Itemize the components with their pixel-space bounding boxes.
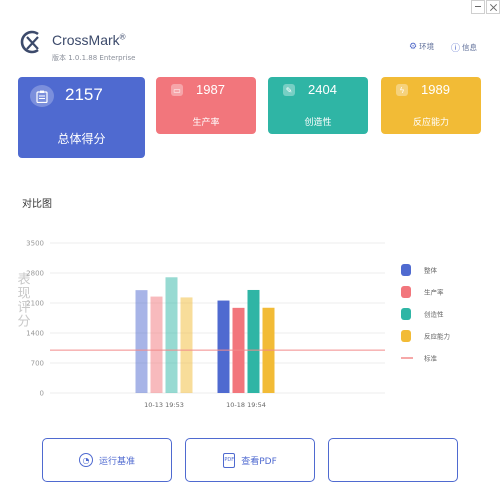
- responsiveness-card[interactable]: ϟ 1989 反应能力: [381, 77, 481, 134]
- clipboard-icon: [30, 85, 54, 107]
- legend-label: 标准: [424, 354, 438, 363]
- legend-label: 反应能力: [424, 332, 450, 341]
- section-title: 对比图: [22, 199, 52, 210]
- y-axis-label: 表现评分: [15, 272, 31, 328]
- comparison-chart: 07001400210028003500表现评分10-13 19:53 10-18…: [15, 240, 451, 410]
- x-tick-label: 10-18 19:54: [226, 401, 266, 409]
- legend-label: 生产率: [424, 288, 444, 297]
- pdf-icon: PDF: [223, 452, 236, 468]
- minimize-icon: [475, 6, 481, 7]
- app-version: 版本 1.0.1.88 Enterprise: [52, 54, 136, 62]
- bar-2-0: [165, 277, 178, 393]
- run-benchmark-button[interactable]: ◔ 运行基准: [42, 438, 172, 482]
- legend-swatch: [401, 330, 411, 342]
- info-label: 信息: [462, 43, 478, 52]
- responsiveness-score: 1989: [421, 82, 450, 97]
- minimize-button[interactable]: [471, 0, 485, 14]
- legend-swatch: [401, 308, 411, 320]
- total-score-label: 总体得分: [57, 132, 106, 146]
- legend-swatch: [401, 264, 411, 276]
- legend-swatch: [401, 286, 411, 298]
- view-pdf-button[interactable]: PDF 查看PDF: [185, 438, 315, 482]
- legend-label: 创造性: [424, 310, 444, 319]
- bar-0-1: [217, 300, 230, 393]
- total-score-card[interactable]: 2157 总体得分: [18, 77, 145, 158]
- bar-0-0: [135, 290, 148, 393]
- creativity-label: 创造性: [304, 118, 332, 128]
- environment-link[interactable]: ⚙ 环境: [409, 41, 434, 52]
- productivity-label: 生产率: [192, 118, 220, 128]
- app-name: CrossMark: [52, 32, 120, 48]
- legend-label: 整体: [424, 266, 438, 275]
- window-controls: [470, 0, 500, 16]
- brush-icon: ✎: [283, 84, 295, 96]
- info-icon: ⓘ: [451, 44, 461, 54]
- clock-icon: ◔: [78, 453, 93, 467]
- y-tick-label: 0: [40, 390, 44, 398]
- info-link[interactable]: ⓘ 信息: [451, 41, 477, 54]
- y-tick-label: 1400: [26, 330, 44, 338]
- gear-icon: ⚙: [409, 41, 418, 52]
- productivity-score: 1987: [196, 82, 225, 97]
- bar-2-1: [247, 289, 260, 393]
- document-icon: ▭: [171, 84, 183, 96]
- x-tick-label: 10-13 19:53: [144, 401, 184, 409]
- bar-3-0: [180, 297, 193, 393]
- third-action-button[interactable]: [328, 438, 458, 482]
- app-title: CrossMark®: [52, 32, 126, 48]
- view-pdf-label: 查看PDF: [241, 456, 277, 467]
- total-score: 2157: [65, 85, 103, 104]
- registered-mark: ®: [119, 32, 126, 42]
- crossmark-logo-icon: [20, 30, 39, 54]
- lightning-icon: ϟ: [396, 84, 408, 96]
- close-button[interactable]: [486, 0, 500, 14]
- environment-label: 环境: [419, 42, 435, 51]
- y-tick-label: 700: [31, 360, 44, 368]
- creativity-score: 2404: [308, 82, 337, 97]
- bar-1-0: [150, 296, 163, 393]
- run-benchmark-label: 运行基准: [98, 456, 135, 467]
- y-tick-label: 3500: [26, 240, 44, 248]
- responsiveness-label: 反应能力: [412, 118, 449, 128]
- productivity-card[interactable]: ▭ 1987 生产率: [156, 77, 256, 134]
- creativity-card[interactable]: ✎ 2404 创造性: [268, 77, 368, 134]
